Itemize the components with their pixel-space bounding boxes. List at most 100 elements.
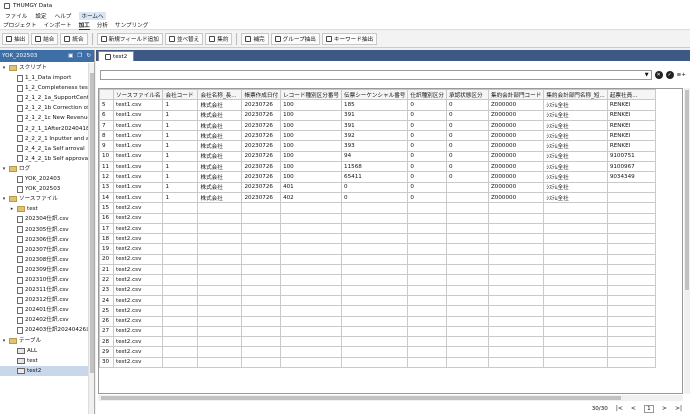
table-cell[interactable]: test1.csv: [112, 150, 164, 163]
tree-item[interactable]: 202305仕訳.csv: [0, 225, 88, 235]
column-header[interactable]: [99, 89, 114, 101]
table-cell[interactable]: [445, 315, 489, 327]
table-cell[interactable]: [241, 294, 282, 307]
table-cell[interactable]: [487, 253, 545, 266]
table-row[interactable]: 5 test1.csv 1 株式会社 20230726 100 185 0 0 Z000000 ｼｽ…: [99, 99, 656, 111]
table-cell[interactable]: [162, 264, 199, 276]
table-cell[interactable]: [487, 284, 545, 296]
tree-item[interactable]: 202306仕訳.csv: [0, 235, 88, 245]
tree-item[interactable]: 2_1_2_1a_SupportCenter(P...: [0, 93, 88, 103]
tab-processing[interactable]: 加工: [78, 21, 90, 30]
table-row[interactable]: 19 test2.csv: [99, 243, 656, 255]
table-cell[interactable]: [280, 202, 343, 214]
tree-item[interactable]: 202310仕訳.csv: [0, 275, 88, 285]
table-cell[interactable]: [341, 212, 409, 224]
join-button[interactable]: 結合: [31, 33, 59, 45]
table-cell[interactable]: test2.csv: [112, 315, 164, 327]
table-cell[interactable]: [341, 243, 409, 255]
table-cell[interactable]: [280, 315, 343, 327]
table-cell[interactable]: 20230726: [241, 171, 282, 183]
chevron-down-icon[interactable]: ▼: [645, 72, 649, 78]
table-row[interactable]: 17 test2.csv: [99, 222, 656, 235]
table-cell[interactable]: 0: [407, 109, 447, 121]
table-cell[interactable]: [606, 274, 656, 286]
table-cell[interactable]: 0: [407, 171, 447, 183]
table-cell[interactable]: Z000000: [487, 109, 545, 121]
table-cell[interactable]: [606, 202, 656, 214]
row-number[interactable]: 10: [99, 150, 114, 163]
table-row[interactable]: 14 test1.csv 1 株式会社 20230726 402 0 0 Z000000 ｼｽﾃﾑ…: [99, 191, 656, 204]
table-cell[interactable]: [241, 253, 282, 266]
column-header[interactable]: 集約会計部門名称_短...: [543, 89, 608, 101]
table-cell[interactable]: [341, 305, 409, 317]
row-number[interactable]: 13: [99, 181, 114, 193]
table-cell[interactable]: [341, 336, 409, 348]
table-cell[interactable]: [487, 212, 545, 224]
table-cell[interactable]: [543, 284, 608, 296]
table-cell[interactable]: [241, 274, 282, 286]
table-cell[interactable]: [162, 294, 199, 307]
table-cell[interactable]: [280, 253, 343, 266]
table-cell[interactable]: ｼｽﾃﾑ全社: [543, 99, 608, 111]
table-cell[interactable]: test1.csv: [112, 119, 164, 132]
table-cell[interactable]: [543, 274, 608, 286]
table-row[interactable]: 21 test2.csv: [99, 264, 656, 276]
table-cell[interactable]: [241, 346, 282, 358]
page-number[interactable]: 1: [643, 404, 654, 413]
table-cell[interactable]: 1: [162, 191, 199, 204]
sort-button[interactable]: 並べ替え: [164, 33, 204, 45]
table-cell[interactable]: test2.csv: [112, 325, 164, 338]
table-cell[interactable]: [341, 264, 409, 276]
table-cell[interactable]: [241, 202, 282, 214]
table-cell[interactable]: 株式会社: [197, 109, 243, 121]
tab-sampling[interactable]: サンプリング: [115, 21, 148, 29]
table-cell[interactable]: [487, 305, 545, 317]
table-cell[interactable]: [341, 325, 409, 338]
table-cell[interactable]: [543, 325, 608, 338]
table-cell[interactable]: [543, 294, 608, 307]
tree-item[interactable]: ALL: [0, 346, 88, 356]
table-cell[interactable]: 株式会社: [197, 130, 243, 142]
column-header[interactable]: 会社コード: [162, 89, 199, 101]
table-cell[interactable]: 0: [407, 99, 447, 111]
table-cell[interactable]: 1: [162, 99, 199, 111]
tree-item[interactable]: test2: [0, 365, 88, 376]
table-cell[interactable]: [543, 202, 608, 214]
table-cell[interactable]: 391: [341, 109, 409, 121]
tree-item[interactable]: 1_1_Data import: [0, 73, 88, 83]
table-cell[interactable]: [445, 222, 489, 235]
add-field-button[interactable]: 新規フィールド追加: [96, 33, 163, 45]
table-cell[interactable]: 0: [407, 119, 447, 132]
table-cell[interactable]: ｼｽﾃﾑ全社: [543, 181, 608, 193]
chevron-right-icon[interactable]: ▸: [9, 204, 15, 214]
table-cell[interactable]: 0: [445, 130, 489, 142]
table-cell[interactable]: 100: [280, 130, 343, 142]
tree-item[interactable]: YOK_202503: [0, 184, 88, 194]
table-cell[interactable]: [197, 294, 243, 307]
table-cell[interactable]: 9034349: [606, 171, 656, 183]
table-cell[interactable]: ｼｽﾃﾑ全社: [543, 130, 608, 142]
last-page-icon[interactable]: >|: [675, 405, 682, 412]
table-cell[interactable]: 1: [162, 130, 199, 142]
tree-item[interactable]: 202311仕訳.csv: [0, 285, 88, 295]
row-number[interactable]: 16: [99, 212, 114, 224]
table-cell[interactable]: 100: [280, 140, 343, 152]
menu-home[interactable]: ホームへ: [79, 12, 106, 20]
refresh-icon[interactable]: ↻: [86, 53, 91, 59]
row-number[interactable]: 6: [99, 109, 114, 121]
table-cell[interactable]: 100: [280, 119, 343, 132]
table-cell[interactable]: [487, 294, 545, 307]
table-cell[interactable]: [606, 212, 656, 224]
chevron-down-icon[interactable]: ▾: [1, 63, 7, 73]
table-cell[interactable]: [162, 356, 199, 369]
column-header[interactable]: 帳票作成日付: [241, 89, 282, 101]
table-cell[interactable]: 株式会社: [197, 181, 243, 193]
table-cell[interactable]: [197, 336, 243, 348]
table-cell[interactable]: [162, 233, 199, 245]
table-cell[interactable]: [445, 336, 489, 348]
table-cell[interactable]: [341, 315, 409, 327]
row-number[interactable]: 14: [99, 191, 114, 204]
table-cell[interactable]: 100: [280, 150, 343, 163]
table-cell[interactable]: Z000000: [487, 119, 545, 132]
table-cell[interactable]: 185: [341, 99, 409, 111]
